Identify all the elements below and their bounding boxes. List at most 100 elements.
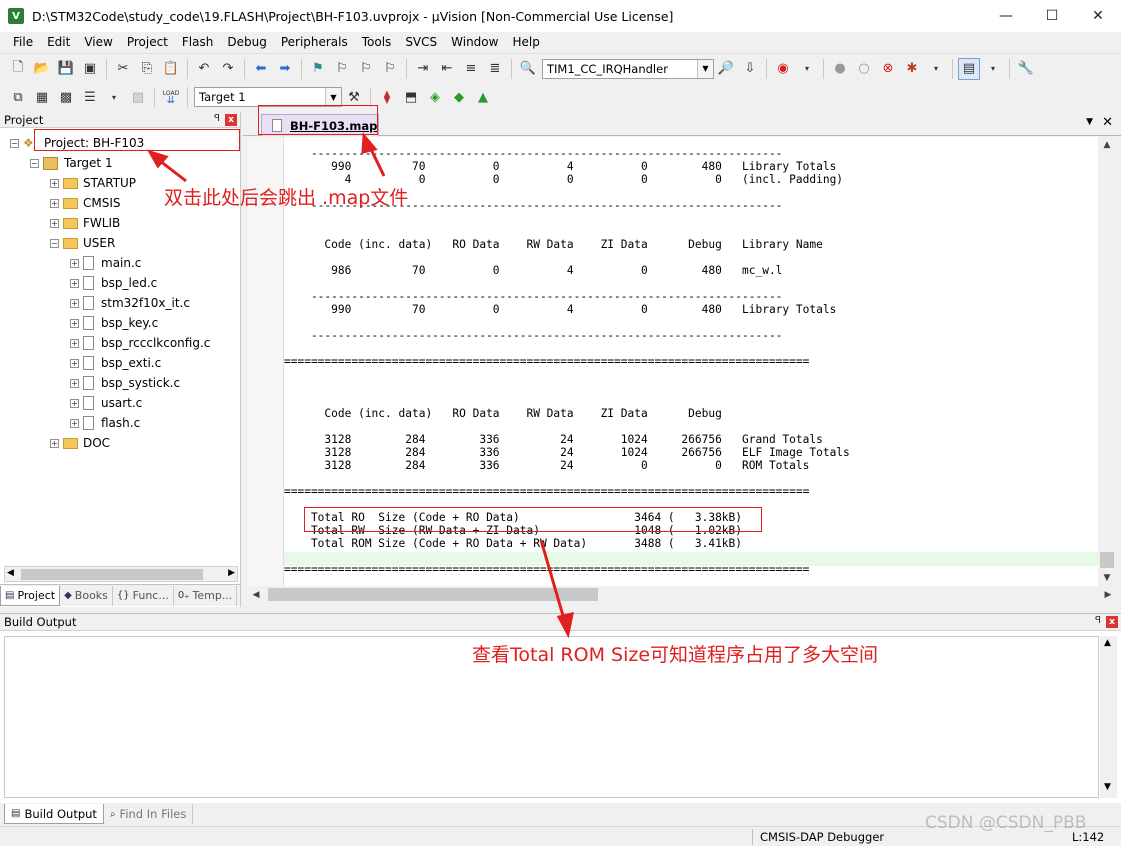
- dropdown-icon[interactable]: ▾: [982, 58, 1004, 80]
- select-packs-icon[interactable]: ⬒: [400, 86, 422, 108]
- translate-icon[interactable]: ⧉: [7, 86, 29, 108]
- tree-item-file[interactable]: + bsp_systick.c: [70, 373, 180, 393]
- navigate-forward-icon[interactable]: ➡: [274, 58, 296, 80]
- tree-item-group[interactable]: + FWLIB: [50, 213, 120, 233]
- breakpoint-icon[interactable]: ●: [829, 58, 851, 80]
- rebuild-icon[interactable]: ▩: [55, 86, 77, 108]
- save-icon[interactable]: 💾: [55, 58, 77, 80]
- tab-build-output[interactable]: ▤ Build Output: [4, 804, 104, 824]
- build-output-scrollbar[interactable]: ▲ ▼: [1100, 636, 1117, 798]
- menu-window[interactable]: Window: [444, 32, 505, 52]
- tab-functions[interactable]: {} Func...: [113, 585, 174, 606]
- redo-icon[interactable]: ↷: [217, 58, 239, 80]
- copy-icon[interactable]: ⎘: [136, 58, 158, 80]
- find-icon[interactable]: 🔎: [715, 58, 737, 80]
- expand-icon[interactable]: +: [70, 338, 79, 348]
- scrollbar-thumb[interactable]: [21, 569, 203, 580]
- indent-icon[interactable]: ⇥: [412, 58, 434, 80]
- maximize-button[interactable]: ☐: [1029, 0, 1075, 32]
- expand-icon[interactable]: +: [70, 298, 79, 308]
- expand-icon[interactable]: +: [70, 378, 79, 388]
- tab-templates[interactable]: 0₊ Temp...: [174, 585, 238, 606]
- chevron-down-icon[interactable]: ▼: [325, 88, 341, 106]
- menu-view[interactable]: View: [77, 32, 119, 52]
- scroll-left-icon[interactable]: ◀: [248, 586, 264, 603]
- chevron-down-icon[interactable]: ▼: [697, 59, 713, 78]
- kill-breakpoints-icon[interactable]: ⊗: [877, 58, 899, 80]
- tree-item-file[interactable]: + stm32f10x_it.c: [70, 293, 190, 313]
- clear-bookmarks-icon[interactable]: ⚐: [379, 58, 401, 80]
- comment-icon[interactable]: ≡: [460, 58, 482, 80]
- scroll-right-icon[interactable]: ▶: [228, 568, 235, 578]
- tree-item-file[interactable]: + bsp_rccclkconfig.c: [70, 333, 210, 353]
- close-button[interactable]: ✕: [1075, 0, 1121, 32]
- build-icon[interactable]: ▦: [31, 86, 53, 108]
- menu-tools[interactable]: Tools: [355, 32, 399, 52]
- dropdown-icon[interactable]: ▾: [103, 86, 125, 108]
- tab-books[interactable]: ◆ Books: [60, 585, 113, 606]
- unindent-icon[interactable]: ⇤: [436, 58, 458, 80]
- pin-icon[interactable]: ꟼ: [214, 113, 220, 124]
- incremental-find-icon[interactable]: ⇩: [739, 58, 761, 80]
- scroll-down-icon[interactable]: ▼: [1098, 570, 1116, 586]
- menu-edit[interactable]: Edit: [40, 32, 77, 52]
- pin-icon[interactable]: ꟼ: [1095, 615, 1101, 626]
- expand-icon[interactable]: +: [70, 318, 79, 328]
- expand-icon[interactable]: +: [50, 438, 59, 448]
- tab-list-dropdown-icon[interactable]: ▼: [1086, 117, 1093, 127]
- window-layout-icon[interactable]: ▤: [958, 57, 980, 80]
- tree-item-file[interactable]: + bsp_key.c: [70, 313, 158, 333]
- expand-icon[interactable]: +: [50, 198, 59, 208]
- scroll-right-icon[interactable]: ▶: [1100, 586, 1116, 603]
- menu-svcs[interactable]: SVCS: [398, 32, 444, 52]
- editor-horizontal-scrollbar[interactable]: ◀ ▶: [248, 586, 1116, 603]
- navigate-back-icon[interactable]: ⬅: [250, 58, 272, 80]
- tab-find-in-files[interactable]: ⌕ Find In Files: [104, 804, 194, 824]
- minimize-button[interactable]: —: [983, 0, 1029, 32]
- pack-installer-icon[interactable]: ◆: [448, 86, 470, 108]
- close-tab-icon[interactable]: ✕: [1102, 115, 1113, 130]
- paste-icon[interactable]: 📋: [160, 58, 182, 80]
- tree-item-file[interactable]: + flash.c: [70, 413, 140, 433]
- tree-horizontal-scrollbar[interactable]: ◀ ▶: [4, 566, 238, 582]
- scroll-up-icon[interactable]: ▲: [1104, 638, 1111, 648]
- manage-project-items-icon[interactable]: ⧫: [376, 86, 398, 108]
- batch-build-icon[interactable]: ☰: [79, 86, 101, 108]
- menu-help[interactable]: Help: [505, 32, 546, 52]
- expand-icon[interactable]: +: [50, 178, 59, 188]
- menu-file[interactable]: File: [6, 32, 40, 52]
- scroll-up-icon[interactable]: ▲: [1098, 137, 1116, 153]
- save-all-icon[interactable]: ▣: [79, 58, 101, 80]
- tree-item-file[interactable]: + bsp_exti.c: [70, 353, 161, 373]
- expand-icon[interactable]: +: [70, 258, 79, 268]
- tree-item-group[interactable]: + DOC: [50, 433, 110, 453]
- scrollbar-thumb[interactable]: [268, 588, 598, 601]
- expand-icon[interactable]: +: [70, 418, 79, 428]
- find-in-files-icon[interactable]: 🔍: [517, 58, 539, 80]
- bookmark-icon[interactable]: ⚑: [307, 58, 329, 80]
- tree-item-file[interactable]: + usart.c: [70, 393, 142, 413]
- undo-icon[interactable]: ↶: [193, 58, 215, 80]
- expand-icon[interactable]: +: [70, 278, 79, 288]
- collapse-icon[interactable]: −: [30, 158, 39, 168]
- dropdown-icon[interactable]: ▾: [796, 58, 818, 80]
- tree-item-file[interactable]: + main.c: [70, 253, 141, 273]
- manage-rte-icon[interactable]: ◈: [424, 86, 446, 108]
- collapse-icon[interactable]: −: [10, 138, 19, 148]
- menu-debug[interactable]: Debug: [220, 32, 273, 52]
- collapse-icon[interactable]: −: [50, 238, 59, 248]
- function-combo[interactable]: TIM1_CC_IRQHandler ▼: [542, 58, 714, 79]
- prev-bookmark-icon[interactable]: ⚐: [331, 58, 353, 80]
- tree-item-group[interactable]: + STARTUP: [50, 173, 136, 193]
- new-file-icon[interactable]: 🗋: [7, 58, 29, 80]
- debug-session-icon[interactable]: ◉: [772, 58, 794, 80]
- pack-update-icon[interactable]: ▲: [472, 86, 494, 108]
- open-file-icon[interactable]: 📂: [31, 58, 53, 80]
- close-panel-icon[interactable]: x: [225, 114, 237, 126]
- target-combo[interactable]: Target 1 ▼: [194, 87, 342, 107]
- editor-vertical-scrollbar[interactable]: ▲ ▼: [1098, 137, 1116, 586]
- next-bookmark-icon[interactable]: ⚐: [355, 58, 377, 80]
- menu-peripherals[interactable]: Peripherals: [274, 32, 355, 52]
- tools-wrench-icon[interactable]: 🔧: [1015, 58, 1037, 80]
- tree-item-group[interactable]: + CMSIS: [50, 193, 121, 213]
